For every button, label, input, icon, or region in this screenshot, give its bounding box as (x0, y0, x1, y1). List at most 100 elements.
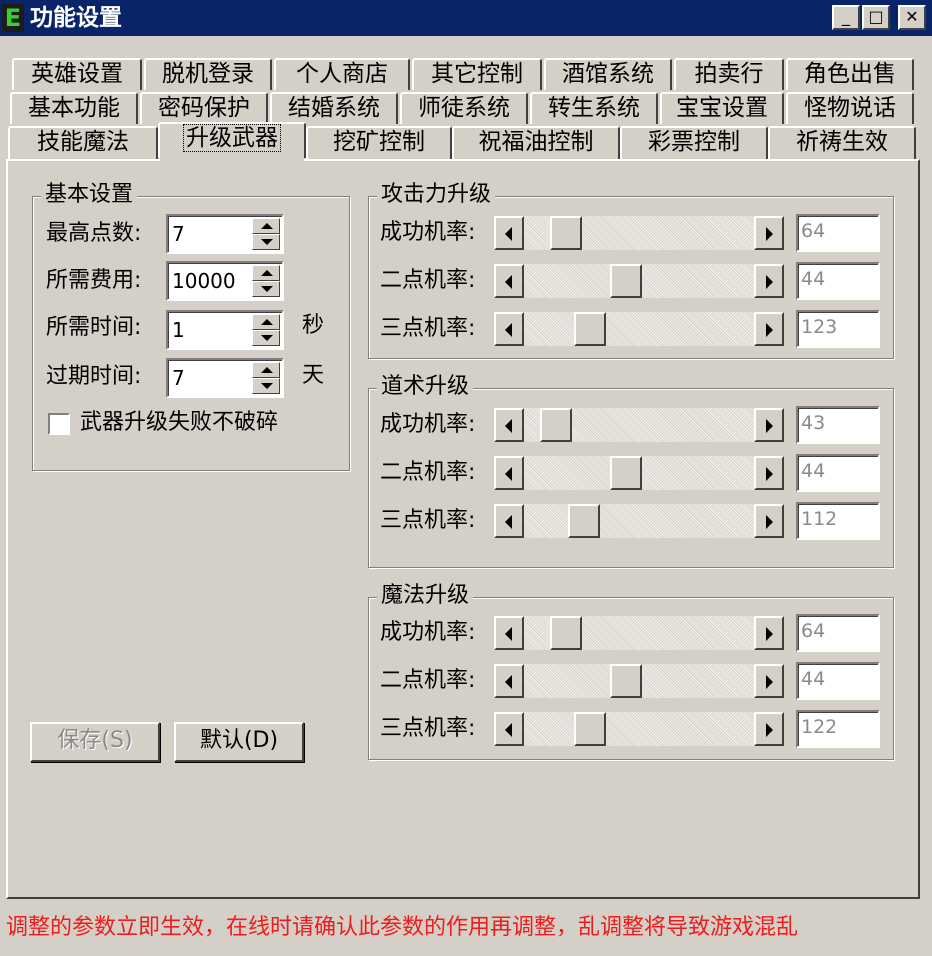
expire-spin[interactable]: 7 (166, 358, 284, 398)
tab-role-sale[interactable]: 角色出售 (786, 58, 914, 90)
probability-slider[interactable] (494, 408, 784, 442)
probability-value[interactable]: 123 (796, 310, 880, 348)
probability-value[interactable]: 43 (796, 406, 880, 444)
time-label: 所需时间: (46, 315, 142, 340)
scroll-right-button[interactable] (754, 456, 784, 490)
spin-up-button[interactable] (252, 362, 280, 378)
probability-slider[interactable] (494, 312, 784, 346)
time-spin[interactable]: 1 (166, 310, 284, 350)
tab-password-protect[interactable]: 密码保护 (140, 92, 268, 124)
slider-thumb[interactable] (610, 456, 642, 490)
tab-hero-settings[interactable]: 英雄设置 (12, 58, 142, 90)
scroll-right-button[interactable] (754, 504, 784, 538)
spin-up-button[interactable] (252, 265, 280, 281)
scroll-left-button[interactable] (494, 616, 524, 650)
right-arrow-icon (766, 275, 773, 289)
probability-slider[interactable] (494, 216, 784, 250)
probability-value[interactable]: 64 (796, 614, 880, 652)
tab-basic-functions[interactable]: 基本功能 (10, 92, 138, 124)
scroll-right-button[interactable] (754, 408, 784, 442)
spin-down-button[interactable] (252, 281, 280, 297)
tab-rebirth-system[interactable]: 转生系统 (530, 92, 658, 124)
minimize-button[interactable]: _ (832, 5, 860, 30)
spin-down-button[interactable] (252, 234, 280, 250)
scroll-right-button[interactable] (754, 664, 784, 698)
probability-label: 二点机率: (380, 268, 476, 293)
spin-up-button[interactable] (252, 314, 280, 330)
scroll-right-button[interactable] (754, 712, 784, 746)
app-icon: E (2, 4, 24, 32)
probability-label: 成功机率: (380, 220, 476, 245)
probability-value[interactable]: 112 (796, 502, 880, 540)
max-points-spin[interactable]: 7 (166, 214, 284, 254)
scroll-left-button[interactable] (494, 456, 524, 490)
probability-slider[interactable] (494, 504, 784, 538)
scroll-left-button[interactable] (494, 504, 524, 538)
fee-spin[interactable]: 10000 (166, 261, 284, 301)
right-arrow-icon (766, 419, 773, 433)
scroll-left-button[interactable] (494, 408, 524, 442)
left-arrow-icon (505, 627, 512, 641)
tab-marriage-system[interactable]: 结婚系统 (270, 92, 398, 124)
left-arrow-icon (505, 675, 512, 689)
tab-mentor-system[interactable]: 师徒系统 (400, 92, 528, 124)
slider-thumb[interactable] (610, 664, 642, 698)
tab-label: 结婚系统 (288, 95, 380, 121)
active-tab-joint (160, 157, 304, 163)
tab-upgrade-weapon[interactable]: 升级武器 (158, 122, 306, 158)
tab-other-control[interactable]: 其它控制 (412, 58, 542, 90)
scroll-left-button[interactable] (494, 664, 524, 698)
save-button[interactable]: 保存(S) (30, 722, 160, 762)
tab-mining-control[interactable]: 挖矿控制 (306, 126, 452, 161)
spin-up-button[interactable] (252, 218, 280, 234)
tab-offline-login[interactable]: 脱机登录 (144, 58, 272, 90)
spin-down-button[interactable] (252, 378, 280, 394)
title-bar: E 功能设置 _ □ ✕ (0, 0, 932, 36)
slider-thumb[interactable] (574, 312, 606, 346)
slider-thumb[interactable] (610, 264, 642, 298)
scroll-left-button[interactable] (494, 312, 524, 346)
scroll-left-button[interactable] (494, 264, 524, 298)
tab-lottery-control[interactable]: 彩票控制 (620, 126, 768, 161)
scroll-right-button[interactable] (754, 616, 784, 650)
probability-slider[interactable] (494, 616, 784, 650)
tab-skill-magic[interactable]: 技能魔法 (8, 126, 158, 161)
slider-thumb[interactable] (574, 712, 606, 746)
slider-thumb[interactable] (550, 616, 582, 650)
probability-value[interactable]: 44 (796, 454, 880, 492)
maximize-button[interactable]: □ (862, 5, 890, 30)
probability-value[interactable]: 64 (796, 214, 880, 252)
no-break-checkbox[interactable] (48, 413, 70, 435)
probability-value[interactable]: 122 (796, 710, 880, 748)
slider-thumb[interactable] (540, 408, 572, 442)
scroll-right-button[interactable] (754, 216, 784, 250)
up-arrow-icon (261, 367, 273, 373)
probability-slider[interactable] (494, 456, 784, 490)
fee-value: 10000 (172, 269, 236, 293)
default-button[interactable]: 默认(D) (174, 722, 304, 762)
tab-personal-shop[interactable]: 个人商店 (274, 58, 410, 90)
probability-value[interactable]: 44 (796, 262, 880, 300)
tab-pet-settings[interactable]: 宝宝设置 (660, 92, 784, 124)
probability-value[interactable]: 44 (796, 662, 880, 700)
probability-slider[interactable] (494, 264, 784, 298)
tab-auction[interactable]: 拍卖行 (674, 58, 784, 90)
tab-prayer-effect[interactable]: 祈祷生效 (768, 126, 916, 161)
slider-thumb[interactable] (568, 504, 600, 538)
tab-tavern-system[interactable]: 酒馆系统 (544, 58, 672, 90)
slider-thumb[interactable] (550, 216, 582, 250)
tab-label: 脱机登录 (162, 61, 254, 87)
scroll-right-button[interactable] (754, 264, 784, 298)
close-button[interactable]: ✕ (898, 5, 926, 30)
scroll-right-button[interactable] (754, 312, 784, 346)
right-arrow-icon (766, 515, 773, 529)
scroll-left-button[interactable] (494, 216, 524, 250)
probability-slider[interactable] (494, 712, 784, 746)
scroll-left-button[interactable] (494, 712, 524, 746)
tab-blessing-oil-control[interactable]: 祝福油控制 (452, 126, 620, 161)
probability-slider[interactable] (494, 664, 784, 698)
max-points-label: 最高点数: (46, 221, 142, 246)
expire-unit: 天 (302, 363, 325, 388)
tab-monster-speech[interactable]: 怪物说话 (786, 92, 914, 124)
spin-down-button[interactable] (252, 330, 280, 346)
